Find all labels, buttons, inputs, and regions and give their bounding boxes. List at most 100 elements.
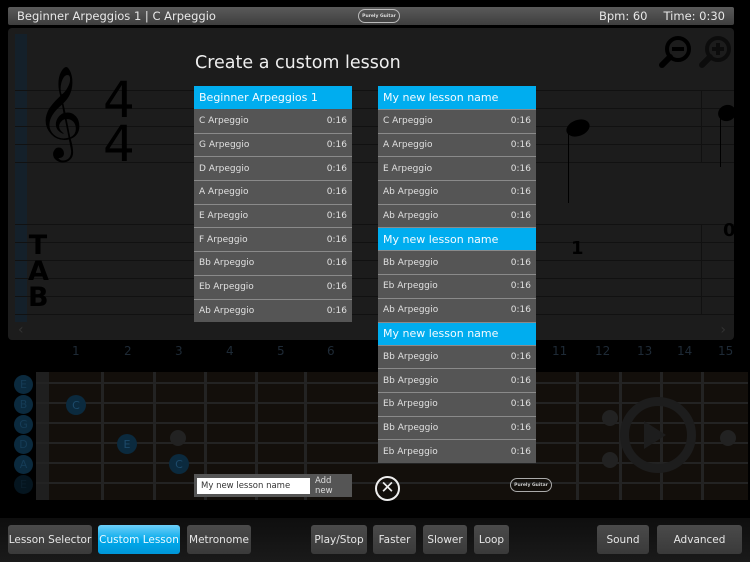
lesson-row[interactable]: Bb Arpeggio 0:16 [194, 251, 352, 275]
lesson-duration: 0:16 [510, 422, 531, 433]
lesson-row[interactable]: Ab Arpeggio 0:16 [378, 203, 536, 228]
lesson-duration: 0:16 [510, 399, 531, 410]
tab-fret-number: 0 [723, 220, 734, 241]
custom-lesson-header[interactable]: My new lesson name [378, 86, 536, 109]
lesson-row[interactable]: Eb Arpeggio 0:16 [378, 439, 536, 463]
header-stats: Bpm: 60 Time: 0:30 [599, 9, 725, 23]
zoom-in-icon[interactable] [698, 34, 734, 70]
string-label: A [14, 455, 33, 474]
fret-wire [153, 372, 156, 500]
lesson-row[interactable]: Eb Arpeggio 0:16 [378, 274, 536, 298]
lesson-duration: 0:16 [326, 187, 347, 198]
sound-button[interactable]: Sound [597, 525, 649, 554]
custom-lesson-header[interactable]: My new lesson name [378, 227, 536, 251]
slower-button[interactable]: Slower [423, 525, 467, 554]
lesson-name: Ab Arpeggio [383, 211, 439, 222]
fret-wire [576, 372, 579, 500]
loop-button[interactable]: Loop [474, 525, 509, 554]
note-stem [720, 112, 721, 167]
fret-number: 1 [72, 344, 80, 358]
modal-title: Create a custom lesson [195, 53, 401, 73]
tab-label-b: B [28, 282, 49, 313]
lesson-row[interactable]: Bb Arpeggio 0:16 [378, 368, 536, 392]
source-list-header[interactable]: Beginner Arpeggios 1 [194, 86, 352, 109]
lesson-duration: 0:16 [510, 163, 531, 174]
tab-line [15, 314, 734, 315]
lesson-name: A Arpeggio [383, 140, 433, 151]
play-stop-button[interactable]: Play/Stop [311, 525, 367, 554]
scroll-right-arrow[interactable]: › [720, 322, 726, 338]
lesson-name: F Arpeggio [199, 234, 248, 245]
lesson-row[interactable]: F Arpeggio 0:16 [194, 227, 352, 252]
lesson-duration: 0:16 [510, 375, 531, 386]
tab-line [15, 296, 734, 297]
new-lesson-name-input[interactable] [197, 477, 310, 494]
lesson-name: Bb Arpeggio [383, 257, 439, 268]
metronome-button[interactable]: Metronome [187, 525, 251, 554]
lesson-row[interactable]: Eb Arpeggio 0:16 [194, 274, 352, 299]
custom-lesson-button[interactable]: Custom Lesson [98, 525, 180, 554]
lesson-row[interactable]: A Arpeggio 0:16 [194, 180, 352, 204]
lesson-duration: 0:16 [510, 187, 531, 198]
fretboard-note: C [169, 454, 189, 474]
lesson-name: A Arpeggio [199, 187, 249, 198]
add-new-button[interactable]: Add new [315, 476, 349, 496]
lesson-title: Beginner Arpeggios 1 | C Arpeggio [17, 9, 216, 23]
lesson-row[interactable]: Ab Arpeggio 0:16 [378, 297, 536, 322]
lesson-row[interactable]: E Arpeggio 0:16 [194, 203, 352, 228]
notation-panel: 𝄞 4 4 T A B 1 0 ‹ › [8, 28, 734, 340]
time-signature-bottom: 4 [103, 115, 135, 173]
scroll-left-arrow[interactable]: ‹ [18, 322, 24, 338]
close-modal-button[interactable]: ✕ [375, 476, 400, 501]
lesson-row[interactable]: Bb Arpeggio 0:16 [378, 344, 536, 369]
lesson-row[interactable]: Ab Arpeggio 0:16 [194, 298, 352, 323]
lesson-row[interactable]: C Arpeggio 0:16 [378, 109, 536, 133]
lesson-duration: 0:16 [326, 163, 347, 174]
lesson-selector-button[interactable]: Lesson Selector [8, 525, 92, 554]
source-lesson-list: Beginner Arpeggios 1 C Arpeggio 0:16 G Arp… [194, 86, 352, 323]
lesson-name: Bb Arpeggio [199, 258, 255, 269]
lesson-duration: 0:16 [510, 116, 531, 127]
lesson-row[interactable]: E Arpeggio 0:16 [378, 156, 536, 181]
lesson-row[interactable]: G Arpeggio 0:16 [194, 132, 352, 157]
lesson-name: Bb Arpeggio [383, 375, 439, 386]
time-signature: 4 4 [103, 75, 135, 173]
lesson-duration: 0:16 [326, 305, 347, 316]
custom-lesson-header[interactable]: My new lesson name [378, 321, 536, 345]
fret-marker-dot [602, 410, 618, 426]
lesson-duration: 0:16 [326, 115, 347, 126]
tab-label: T A B [28, 232, 49, 313]
tab-line [15, 242, 734, 243]
bpm-readout: Bpm: 60 [598, 9, 648, 23]
treble-clef-icon: 𝄞 [36, 65, 84, 158]
lesson-duration: 0:16 [510, 305, 531, 316]
lesson-row[interactable]: D Arpeggio 0:16 [194, 156, 352, 181]
string-label: B [14, 395, 33, 414]
lesson-row[interactable]: C Arpeggio 0:16 [194, 109, 352, 133]
lesson-name: C Arpeggio [199, 115, 249, 126]
advanced-button[interactable]: Advanced [657, 525, 742, 554]
bottom-toolbar: Lesson Selector Custom Lesson Metronome … [0, 518, 750, 562]
lesson-name: Ab Arpeggio [383, 187, 439, 198]
lesson-name: D Arpeggio [199, 163, 250, 174]
lesson-row[interactable]: A Arpeggio 0:16 [378, 132, 536, 157]
lesson-duration: 0:16 [510, 257, 531, 268]
fret-number: 6 [327, 344, 335, 358]
lesson-row[interactable]: Bb Arpeggio 0:16 [378, 250, 536, 275]
lesson-name: Eb Arpeggio [199, 282, 254, 293]
fret-wire [701, 372, 704, 500]
tab-line [15, 260, 734, 261]
fret-number: 3 [175, 344, 183, 358]
lesson-row[interactable]: Bb Arpeggio 0:16 [378, 415, 536, 440]
lesson-duration: 0:16 [326, 140, 347, 151]
lesson-row[interactable]: Eb Arpeggio 0:16 [378, 391, 536, 416]
header-bar: Beginner Arpeggios 1 | C Arpeggio Purely… [8, 7, 734, 25]
zoom-out-icon[interactable] [658, 34, 694, 70]
fret-number: 11 [552, 344, 568, 358]
lesson-row[interactable]: Ab Arpeggio 0:16 [378, 180, 536, 204]
lesson-name: Bb Arpeggio [383, 351, 439, 362]
faster-button[interactable]: Faster [373, 525, 416, 554]
lesson-name: G Arpeggio [199, 140, 250, 151]
purely-guitar-logo: Purely Guitar [510, 478, 552, 492]
fret-wire [101, 372, 104, 500]
